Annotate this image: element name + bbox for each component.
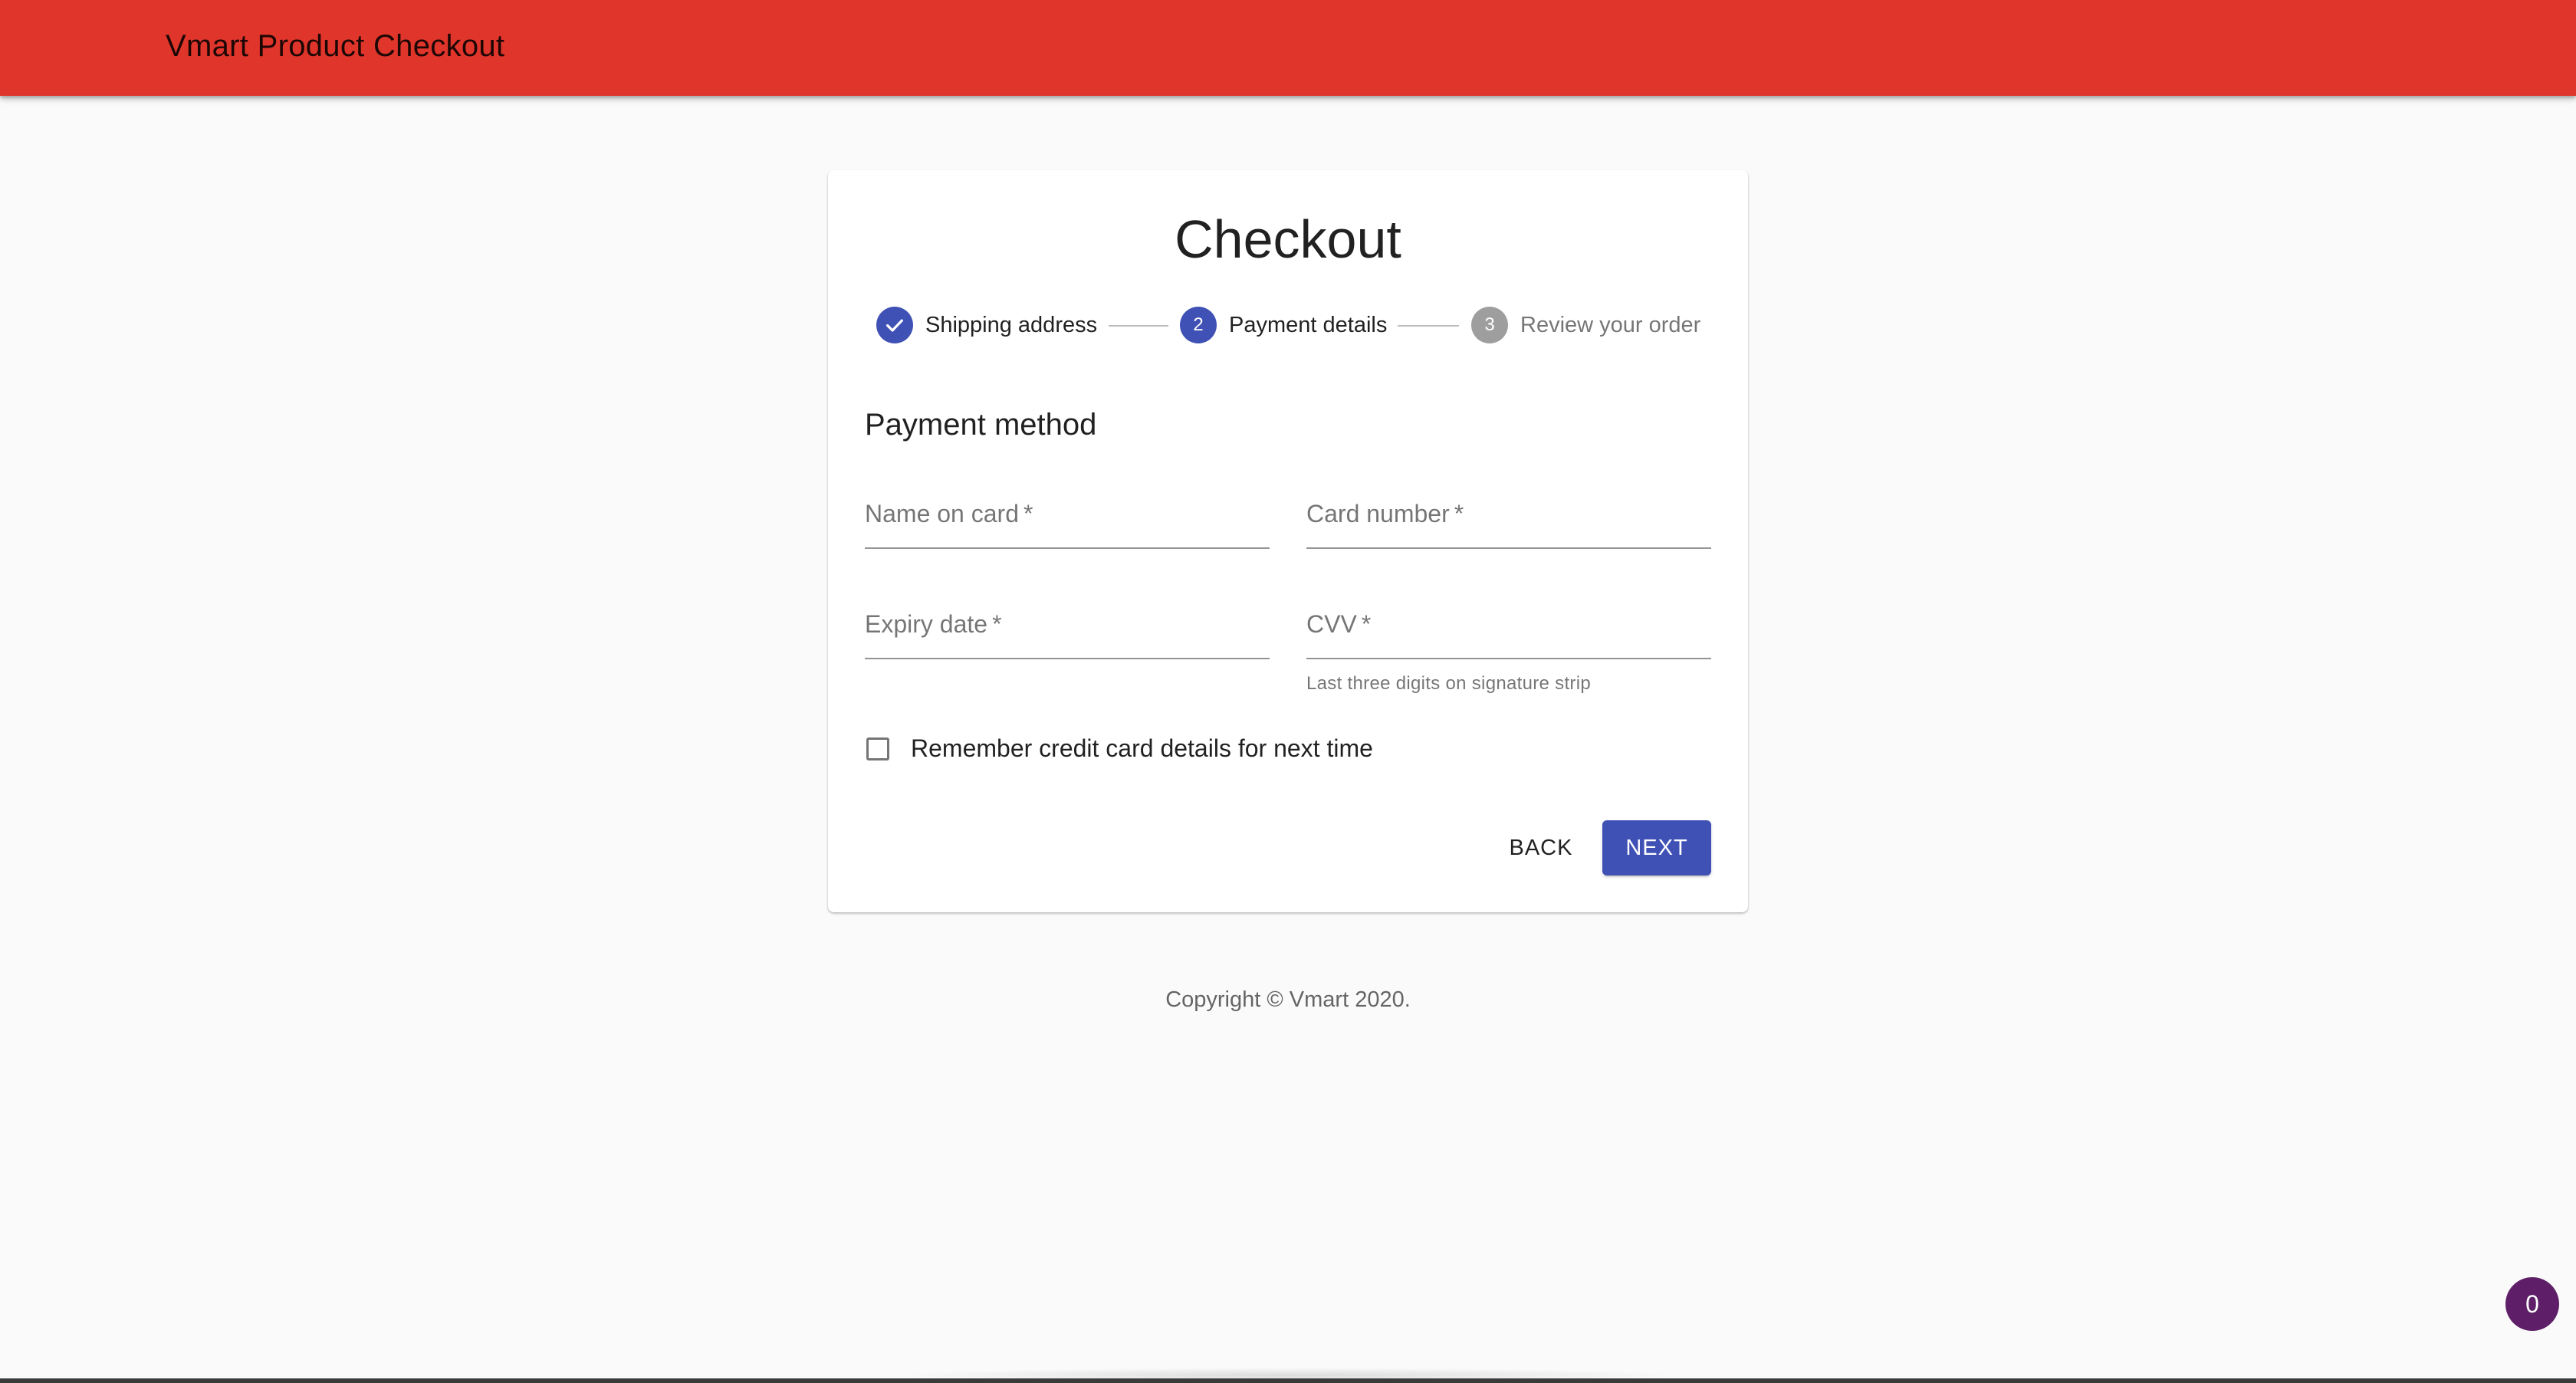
payment-method-heading: Payment method [865,408,1097,442]
bottom-edge [0,1378,2576,1383]
field-underline [1306,547,1711,549]
app-title: Vmart Product Checkout [166,29,505,63]
notification-badge[interactable]: 0 [2505,1277,2559,1331]
step-label: Shipping address [925,312,1098,337]
step-label: Payment details [1229,312,1388,337]
app-bar: Vmart Product Checkout [0,0,2576,96]
next-button[interactable]: NEXT [1602,820,1711,875]
step-shipping-address: Shipping address [876,307,1097,343]
name-on-card-field[interactable]: Name on card * [865,498,1273,560]
step-connector [1398,325,1459,327]
card-number-input[interactable] [1306,498,1714,547]
copyright-text: Copyright © Vmart 2020. [1165,987,1411,1012]
field-underline [865,547,1270,549]
step-label: Review your order [1520,312,1701,337]
remember-card-row[interactable]: Remember credit card details for next ti… [866,734,1373,763]
page-title: Checkout [1175,209,1401,269]
card-number-field[interactable]: Card number * [1306,498,1714,560]
back-button[interactable]: BACK [1487,820,1595,875]
step-connector [1109,325,1168,327]
expiry-date-field[interactable]: Expiry date * [865,609,1273,670]
field-underline [1306,658,1711,659]
remember-card-checkbox[interactable] [866,737,889,760]
name-on-card-input[interactable] [865,498,1273,547]
field-underline [865,658,1270,659]
check-icon [876,307,913,343]
cvv-helper-text: Last three digits on signature strip [1306,673,1591,694]
step-payment-details: 2 Payment details [1180,307,1387,343]
cvv-field[interactable]: CVV * Last three digits on signature stri… [1306,609,1714,694]
step-number-icon: 3 [1471,307,1508,343]
cvv-input[interactable] [1306,609,1714,658]
step-review-order: 3 Review your order [1471,307,1700,343]
expiry-date-input[interactable] [865,609,1273,658]
remember-card-label[interactable]: Remember credit card details for next ti… [911,734,1373,763]
step-number-icon: 2 [1180,307,1217,343]
